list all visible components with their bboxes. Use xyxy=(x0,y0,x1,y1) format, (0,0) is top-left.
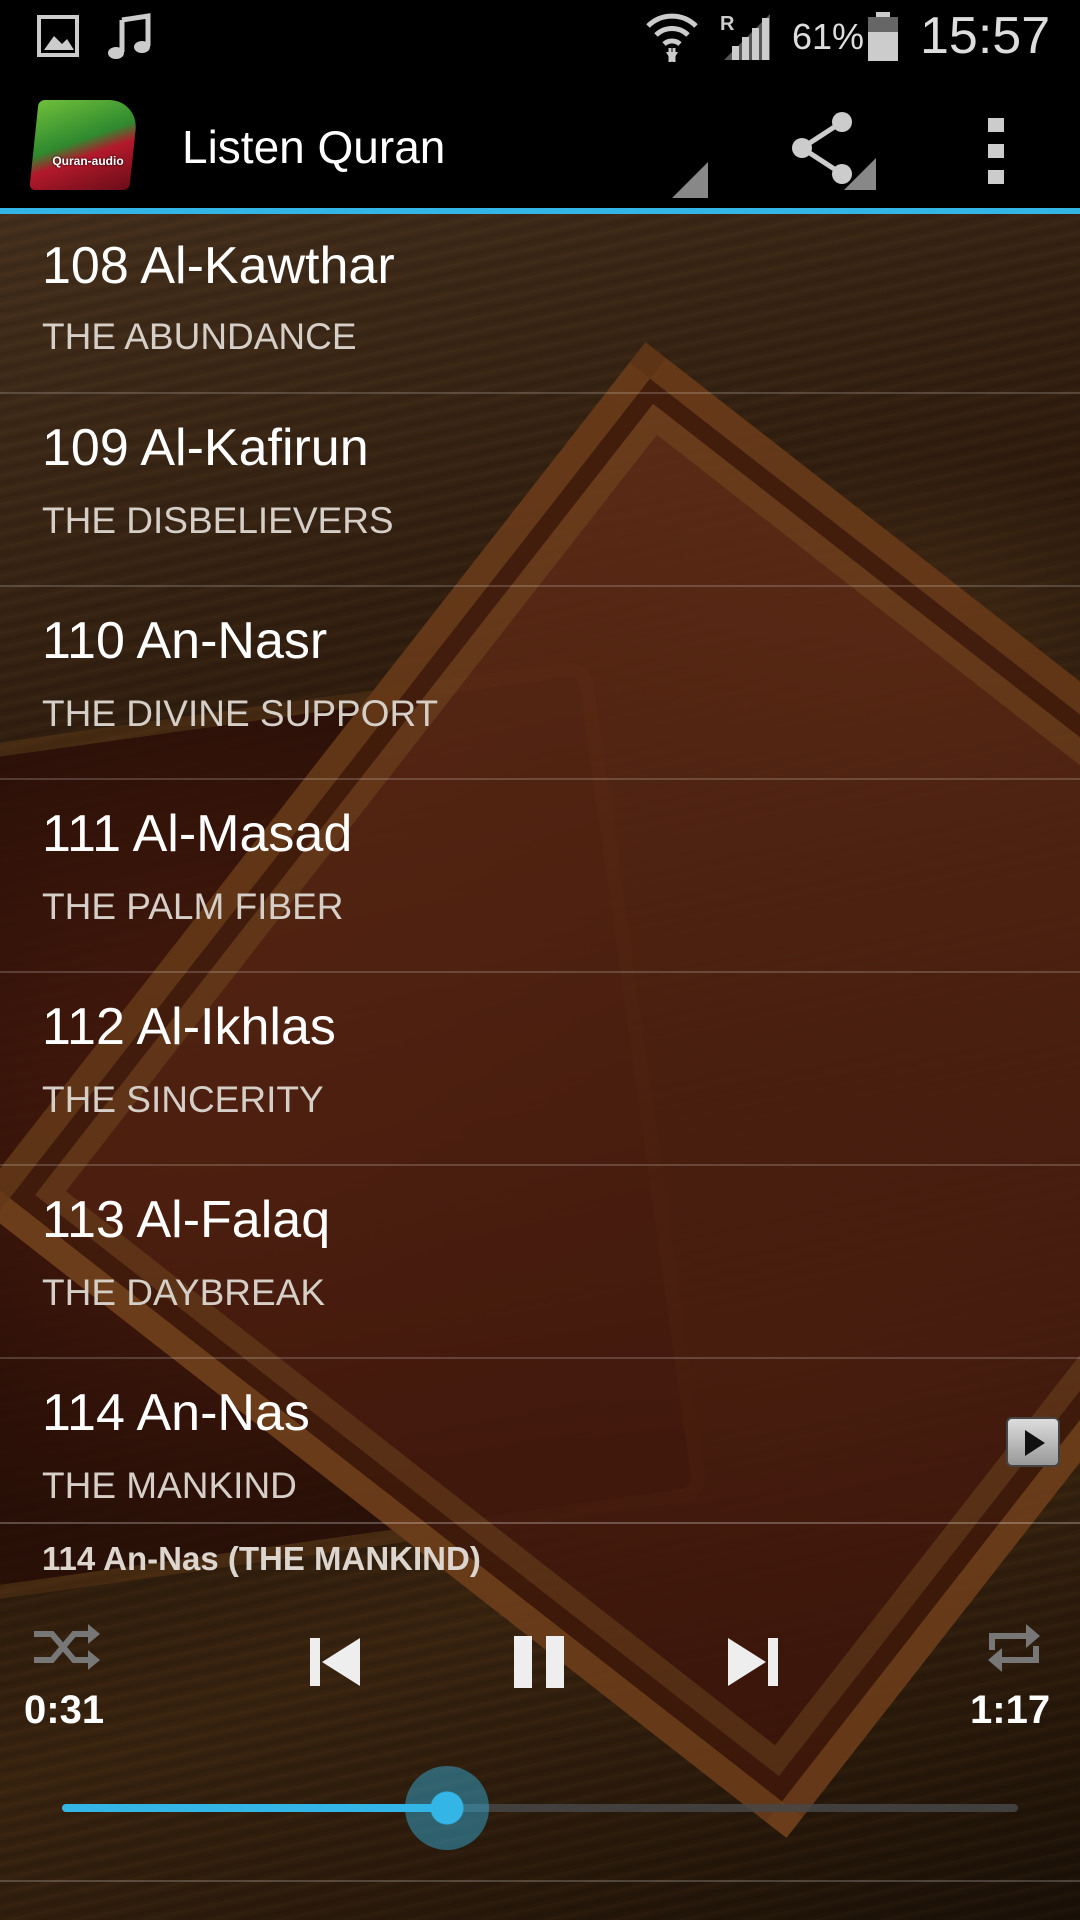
status-bar: R 61% 15:57 xyxy=(0,0,1080,76)
app-title[interactable]: Listen Quran xyxy=(182,120,445,174)
battery-percent: 61% xyxy=(792,16,865,57)
surah-name: 114 An-Nas xyxy=(42,1384,310,1442)
now-playing-title: 114 An-Nas (THE MANKIND) xyxy=(42,1540,481,1577)
action-bar: Quran-audio Listen Quran xyxy=(0,76,1080,214)
surah-meaning: THE SINCERITY xyxy=(42,1079,324,1120)
share-icon[interactable] xyxy=(788,112,878,192)
roaming-signal-icon: R xyxy=(718,10,772,67)
surah-meaning: THE MANKIND xyxy=(42,1465,297,1506)
surah-meaning: THE DISBELIEVERS xyxy=(42,500,394,541)
list-item[interactable]: 108 Al-Kawthar THE ABUNDANCE xyxy=(0,214,1080,394)
list-item[interactable]: 112 Al-Ikhlas THE SINCERITY xyxy=(0,973,1080,1166)
play-item-icon[interactable] xyxy=(1006,1417,1060,1467)
list-item[interactable]: 111 Al-Masad THE PALM FIBER xyxy=(0,780,1080,973)
svg-text:R: R xyxy=(720,13,735,35)
list-item[interactable]: 110 An-Nasr THE DIVINE SUPPORT xyxy=(0,587,1080,780)
overflow-menu-icon[interactable] xyxy=(986,116,1006,186)
surah-name: 108 Al-Kawthar xyxy=(42,237,395,295)
surah-name: 109 Al-Kafirun xyxy=(42,419,369,477)
surah-name: 113 Al-Falaq xyxy=(42,1191,331,1249)
list-item[interactable]: 114 An-Nas THE MANKIND xyxy=(0,1359,1080,1524)
seek-bar-thumb[interactable] xyxy=(405,1766,490,1850)
total-duration: 1:17 xyxy=(970,1688,1051,1732)
shuffle-icon[interactable] xyxy=(32,1622,102,1677)
app-logo-text: Quran-audio xyxy=(52,154,124,168)
seek-bar-progress xyxy=(62,1804,448,1812)
surah-meaning: THE DIVINE SUPPORT xyxy=(42,693,439,734)
gallery-icon xyxy=(36,14,80,63)
surah-meaning: THE DAYBREAK xyxy=(42,1272,326,1313)
music-note-icon xyxy=(104,12,154,67)
list-item[interactable]: 113 Al-Falaq THE DAYBREAK xyxy=(0,1166,1080,1359)
surah-list: 108 Al-Kawthar THE ABUNDANCE 109 Al-Kafi… xyxy=(0,214,1080,1524)
battery-icon xyxy=(866,12,900,67)
repeat-icon[interactable] xyxy=(984,1620,1044,1681)
next-icon[interactable] xyxy=(722,1632,782,1697)
elapsed-time: 0:31 xyxy=(24,1688,105,1732)
surah-name: 112 Al-Ikhlas xyxy=(42,998,336,1056)
list-item[interactable]: 109 Al-Kafirun THE DISBELIEVERS xyxy=(0,394,1080,587)
app-logo[interactable] xyxy=(29,100,139,190)
surah-meaning: THE PALM FIBER xyxy=(42,886,344,927)
divider xyxy=(0,1880,1080,1882)
wifi-icon xyxy=(644,8,700,69)
surah-name: 111 Al-Masad xyxy=(42,805,353,863)
pause-icon[interactable] xyxy=(510,1632,570,1697)
title-dropdown-indicator xyxy=(672,162,708,198)
surah-name: 110 An-Nasr xyxy=(42,612,328,670)
clock: 15:57 xyxy=(920,7,1051,65)
seek-bar[interactable] xyxy=(62,1766,1018,1850)
surah-meaning: THE ABUNDANCE xyxy=(42,316,357,357)
previous-icon[interactable] xyxy=(306,1632,366,1697)
